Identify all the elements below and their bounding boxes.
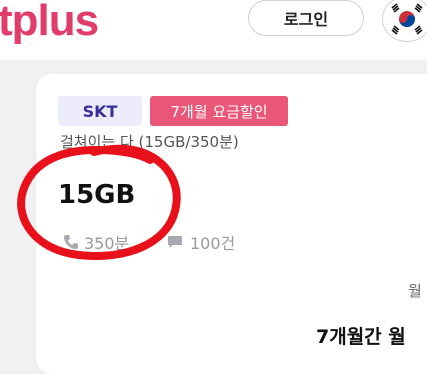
voice-allowance: 350분	[62, 230, 129, 254]
discount-badge-label: 7개월 요금할인	[170, 102, 268, 121]
voice-value: 350분	[84, 234, 130, 253]
phone-icon	[64, 235, 78, 249]
data-amount: 15GB	[58, 180, 136, 210]
carrier-badge: SKT	[58, 96, 142, 126]
message-icon	[168, 236, 182, 248]
carrier-badge-label: SKT	[82, 101, 118, 121]
top-bar: tplus 로그인	[0, 0, 427, 60]
language-button[interactable]	[382, 0, 427, 42]
plan-name: 걸쳐이는 다 (15GB/350분)	[60, 133, 239, 151]
sms-allowance: 100건	[166, 230, 235, 254]
login-button-label: 로그인	[283, 10, 329, 29]
discount-badge: 7개월 요금할인	[150, 96, 288, 126]
korea-flag-icon	[387, 0, 427, 39]
brand-logo[interactable]: tplus	[0, 0, 99, 46]
sms-value: 100건	[190, 234, 236, 253]
side-price-label: 월	[408, 282, 422, 300]
login-button[interactable]: 로그인	[248, 0, 364, 36]
